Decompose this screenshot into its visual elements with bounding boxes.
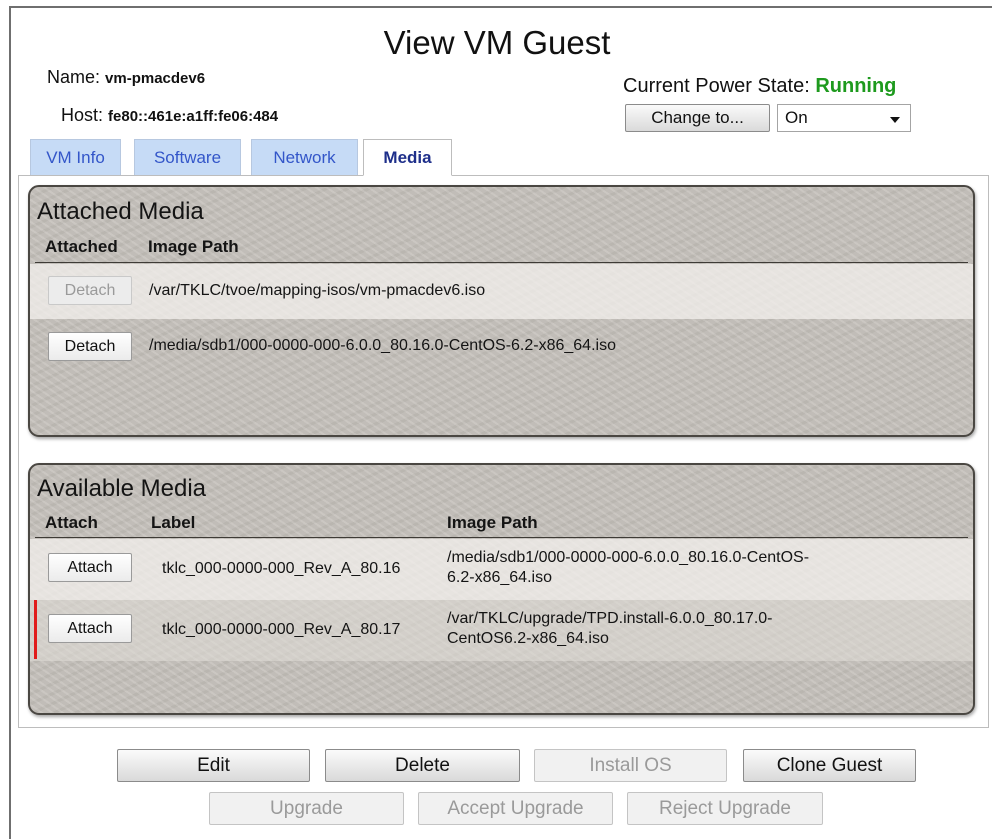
guest-host-label: Host:: [61, 105, 104, 125]
attached-media-title: Attached Media: [37, 198, 204, 225]
column-header-attached: Attached: [45, 237, 118, 256]
column-header-image-path: Image Path: [447, 513, 538, 532]
attach-button[interactable]: Attach: [48, 614, 132, 643]
table-row: Detach /var/TKLC/tvoe/mapping-isos/vm-pm…: [30, 264, 973, 319]
detach-button[interactable]: Detach: [48, 276, 132, 305]
guest-name-label: Name:: [47, 67, 101, 87]
available-media-panel: Available Media Attach Label Image Path …: [28, 463, 975, 715]
reject-upgrade-button[interactable]: Reject Upgrade: [627, 792, 823, 825]
image-path-cell: /var/TKLC/tvoe/mapping-isos/vm-pmacdev6.…: [149, 282, 486, 299]
delete-button[interactable]: Delete: [325, 749, 520, 782]
upgrade-button[interactable]: Upgrade: [209, 792, 404, 825]
power-state: Current Power State: Running: [623, 75, 896, 98]
column-header-image-path: Image Path: [148, 237, 239, 256]
column-header-label: Label: [151, 513, 196, 532]
image-path-cell: /media/sdb1/000-0000-000-6.0.0_80.16.0-C…: [149, 337, 616, 354]
label-cell: tklc_000-0000-000_Rev_A_80.16: [162, 560, 401, 577]
edit-button[interactable]: Edit: [117, 749, 310, 782]
label-cell: tklc_000-0000-000_Rev_A_80.17: [162, 621, 401, 638]
attach-button[interactable]: Attach: [48, 553, 132, 582]
power-state-value: Running: [815, 75, 897, 97]
chevron-down-icon: [890, 117, 900, 123]
tab-network[interactable]: Network: [251, 139, 358, 176]
clone-guest-button[interactable]: Clone Guest: [743, 749, 916, 782]
power-state-select-value: On: [785, 108, 808, 127]
column-header-attach: Attach: [45, 513, 98, 532]
guest-name-value: vm-pmacdev6: [105, 70, 206, 87]
install-os-button[interactable]: Install OS: [534, 749, 727, 782]
table-row: Attach tklc_000-0000-000_Rev_A_80.16 /me…: [30, 539, 973, 600]
detach-button[interactable]: Detach: [48, 332, 132, 361]
image-path-line: 6.2-x86_64.iso: [447, 569, 552, 586]
guest-host-value: fe80::461e:a1ff:fe06:484: [108, 108, 279, 125]
image-path-cell: /var/TKLC/upgrade/TPD.install-6.0.0_80.1…: [447, 609, 773, 649]
guest-host: Host: fe80::461e:a1ff:fe06:484: [61, 105, 278, 126]
change-power-button[interactable]: Change to...: [625, 104, 770, 132]
tab-software[interactable]: Software: [134, 139, 241, 176]
power-state-select[interactable]: On: [777, 104, 911, 132]
image-path-line: CentOS6.2-x86_64.iso: [447, 630, 609, 647]
attached-media-panel: Attached Media Attached Image Path Detac…: [28, 185, 975, 437]
page-title: View VM Guest: [383, 24, 611, 61]
table-row: Attach tklc_000-0000-000_Rev_A_80.17 /va…: [30, 600, 973, 661]
accept-upgrade-button[interactable]: Accept Upgrade: [418, 792, 613, 825]
tab-vm-info[interactable]: VM Info: [30, 139, 121, 176]
guest-name: Name: vm-pmacdev6: [47, 67, 205, 88]
image-path-cell: /media/sdb1/000-0000-000-6.0.0_80.16.0-C…: [447, 548, 809, 588]
selected-row-marker: [34, 600, 37, 659]
header-divider: [35, 262, 968, 263]
header-divider: [35, 537, 968, 538]
table-row: Detach /media/sdb1/000-0000-000-6.0.0_80…: [30, 319, 973, 374]
image-path-line: /media/sdb1/000-0000-000-6.0.0_80.16.0-C…: [447, 549, 810, 566]
image-path-line: /var/TKLC/upgrade/TPD.install-6.0.0_80.1…: [447, 610, 773, 627]
tab-media[interactable]: Media: [363, 139, 452, 176]
available-media-title: Available Media: [37, 475, 206, 502]
power-state-label: Current Power State:: [623, 75, 810, 97]
